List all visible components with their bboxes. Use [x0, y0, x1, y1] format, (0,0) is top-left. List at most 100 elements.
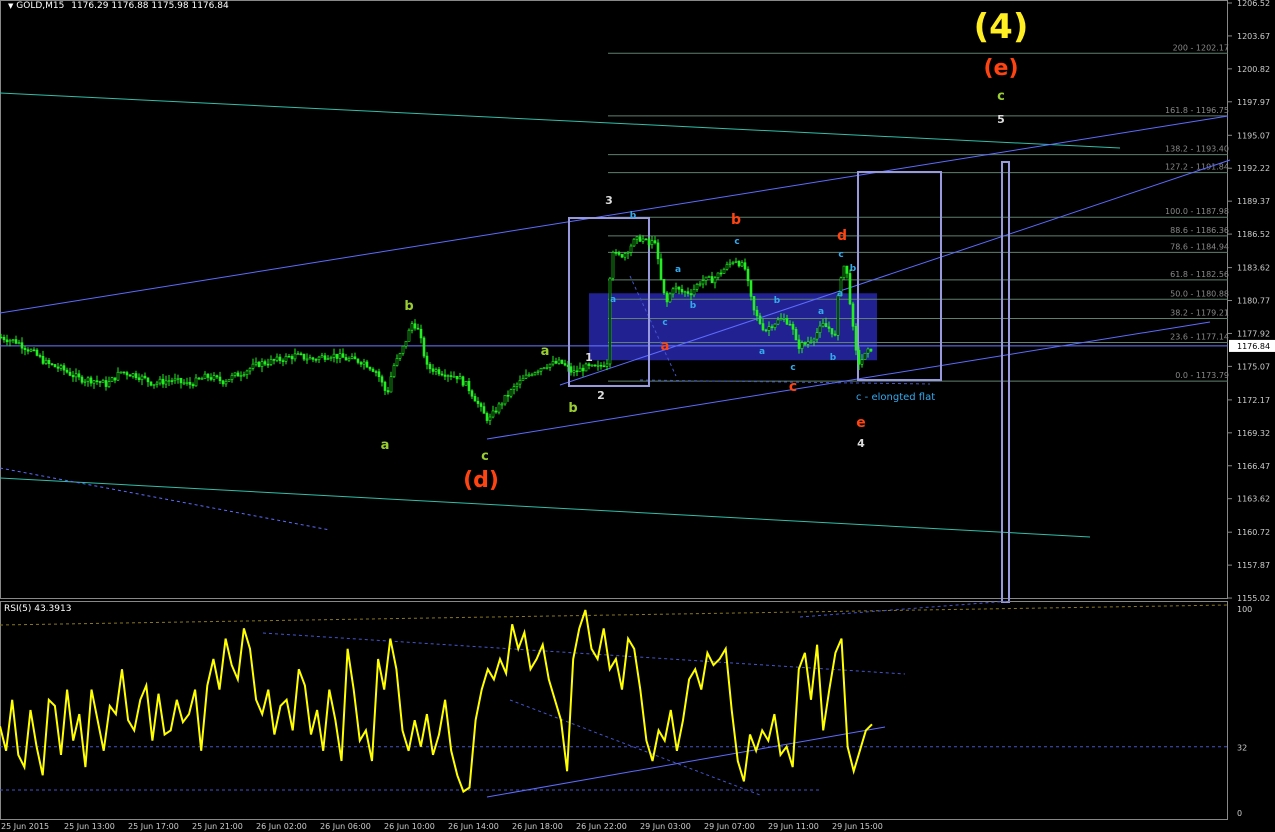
wave-4-count-label: 4	[857, 437, 865, 450]
candle-body	[677, 286, 681, 290]
candle-body	[191, 384, 195, 387]
candle-body	[473, 395, 477, 402]
time-tick-label: 29 Jun 11:00	[768, 822, 819, 831]
time-tick-label: 29 Jun 15:00	[832, 822, 883, 831]
candle-body	[41, 355, 45, 364]
candle-body	[413, 323, 417, 329]
red-a-label: a	[661, 339, 670, 354]
candle-body	[611, 252, 615, 279]
candle-body	[125, 372, 129, 376]
elongated-flat-note: c - elongted flat	[856, 392, 935, 403]
candle-body	[521, 377, 525, 381]
candle-body	[158, 378, 162, 384]
candle-body	[692, 288, 696, 296]
chart-canvas[interactable]: 200 - 1202.17 161.8 - 1196.75 138.2 - 1193…	[0, 0, 1275, 832]
candle-body	[326, 358, 330, 360]
candle-body	[863, 352, 867, 360]
candle-body	[857, 349, 861, 365]
candle-body	[368, 366, 372, 370]
candle-body	[26, 349, 30, 352]
candle-body	[47, 359, 51, 365]
candle-body	[281, 360, 285, 362]
candle-body	[806, 341, 810, 345]
candle-body	[830, 328, 834, 335]
cyan-wave-label: c	[790, 363, 795, 373]
candle-body	[266, 363, 270, 366]
price-tick-label: 1183.62	[1237, 264, 1270, 273]
candle-body	[374, 371, 378, 373]
candle-body	[518, 380, 522, 385]
price-tick-label: 1180.77	[1237, 297, 1270, 306]
candle-body	[362, 361, 366, 365]
candle-body	[686, 291, 690, 294]
candle-body	[527, 374, 531, 377]
candle-body	[866, 348, 870, 354]
green-a2-label: a	[541, 344, 550, 359]
cyan-wave-label: a	[675, 265, 681, 275]
candle-body	[128, 374, 132, 377]
candle-body	[719, 272, 723, 275]
candle-body	[272, 359, 276, 361]
candle-body	[689, 293, 693, 296]
candle-body	[287, 355, 291, 358]
candle-body	[329, 357, 333, 359]
candle-body	[68, 371, 72, 376]
candle-body	[257, 361, 261, 367]
candle-body	[320, 355, 324, 358]
wave-2-label: 2	[597, 389, 605, 402]
candle-body	[101, 380, 105, 383]
candle-body	[152, 384, 156, 386]
candle-body	[710, 276, 714, 284]
time-tick-label: 29 Jun 03:00	[640, 822, 691, 831]
dropdown-arrow-icon[interactable]: ▼	[8, 2, 13, 10]
candle-body	[56, 366, 60, 369]
candle-body	[470, 390, 474, 397]
fib-level-label: 61.8 - 1182.56	[1170, 270, 1229, 279]
candle-body	[314, 359, 318, 361]
fib-level-label: 38.2 - 1179.21	[1170, 309, 1229, 318]
candle-body	[77, 373, 81, 378]
candle-body	[563, 363, 567, 366]
candle-body	[815, 332, 819, 340]
candle-body	[557, 359, 561, 364]
candle-body	[455, 375, 459, 380]
candle-body	[764, 329, 768, 332]
candle-body	[155, 382, 159, 385]
wave-1-label: 1	[585, 351, 593, 364]
candle-body	[461, 376, 465, 386]
candle-body	[359, 362, 363, 365]
candle-body	[632, 238, 636, 247]
candle-body	[695, 284, 699, 290]
green-c-label: c	[481, 449, 489, 464]
price-tick-label: 1155.02	[1237, 594, 1270, 603]
candle-body	[842, 265, 846, 279]
candle-body	[53, 364, 57, 368]
candle-body	[449, 375, 453, 377]
candle-body	[767, 326, 771, 331]
candle-body	[59, 365, 63, 369]
candle-body	[353, 356, 357, 360]
candle-body	[533, 372, 537, 376]
candle-body	[245, 370, 249, 375]
candle-body	[506, 394, 510, 397]
wave-5-count-label: 5	[997, 113, 1005, 126]
candle-body	[263, 361, 267, 365]
candle-body	[458, 376, 462, 380]
price-tick-label: 1206.52	[1237, 0, 1270, 8]
candle-body	[602, 365, 606, 368]
candle-body	[182, 382, 186, 385]
rsi-panel: 100 32 0	[0, 600, 1252, 820]
candle-body	[833, 333, 837, 336]
candle-body	[779, 318, 783, 321]
candle-body	[503, 394, 507, 405]
candle-body	[365, 361, 369, 368]
candle-body	[377, 371, 381, 378]
candle-body	[737, 261, 741, 267]
candle-body	[860, 359, 864, 365]
candle-body	[746, 268, 750, 282]
candle-body	[317, 356, 321, 360]
candle-body	[350, 356, 354, 359]
candle-body	[791, 324, 795, 330]
price-tick-label: 1189.37	[1237, 197, 1270, 206]
symbol-label: GOLD,M15	[16, 1, 65, 11]
